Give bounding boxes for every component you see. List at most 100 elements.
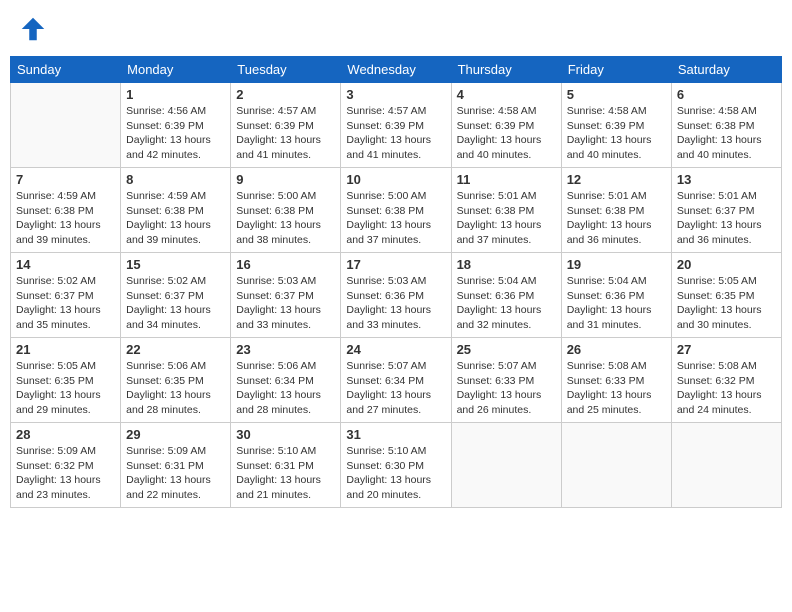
day-info: Sunrise: 5:07 AMSunset: 6:34 PMDaylight:…	[346, 359, 445, 418]
calendar-cell: 22 Sunrise: 5:06 AMSunset: 6:35 PMDayligh…	[121, 338, 231, 423]
column-header-sunday: Sunday	[11, 57, 121, 83]
calendar-cell: 6 Sunrise: 4:58 AMSunset: 6:38 PMDaylight…	[671, 83, 781, 168]
day-info: Sunrise: 5:06 AMSunset: 6:34 PMDaylight:…	[236, 359, 335, 418]
calendar-cell: 21Sunrise: 5:05 AMSunset: 6:35 PMDayligh…	[11, 338, 121, 423]
calendar-cell: 12 Sunrise: 5:01 AMSunset: 6:38 PMDayligh…	[561, 168, 671, 253]
day-info: Sunrise: 4:57 AMSunset: 6:39 PMDaylight:…	[346, 104, 445, 163]
calendar-cell: 30 Sunrise: 5:10 AMSunset: 6:31 PMDayligh…	[231, 423, 341, 508]
day-info: Sunrise: 4:59 AMSunset: 6:38 PMDaylight:…	[126, 189, 225, 248]
day-info: Sunrise: 4:59 AMSunset: 6:38 PMDaylight:…	[16, 189, 115, 248]
calendar-cell	[11, 83, 121, 168]
day-info: Sunrise: 5:01 AMSunset: 6:38 PMDaylight:…	[567, 189, 666, 248]
calendar-table: SundayMondayTuesdayWednesdayThursdayFrid…	[10, 56, 782, 508]
day-number: 12	[567, 172, 666, 187]
day-number: 8	[126, 172, 225, 187]
logo	[18, 14, 50, 44]
week-row-3: 14 Sunrise: 5:02 AMSunset: 6:37 PMDayligh…	[11, 253, 782, 338]
day-info: Sunrise: 5:00 AMSunset: 6:38 PMDaylight:…	[236, 189, 335, 248]
day-number: 10	[346, 172, 445, 187]
day-info: Sunrise: 4:57 AMSunset: 6:39 PMDaylight:…	[236, 104, 335, 163]
day-info: Sunrise: 5:04 AMSunset: 6:36 PMDaylight:…	[567, 274, 666, 333]
day-info: Sunrise: 5:03 AMSunset: 6:37 PMDaylight:…	[236, 274, 335, 333]
day-info: Sunrise: 5:08 AMSunset: 6:33 PMDaylight:…	[567, 359, 666, 418]
day-info: Sunrise: 5:05 AMSunset: 6:35 PMDaylight:…	[16, 359, 115, 418]
day-info: Sunrise: 5:02 AMSunset: 6:37 PMDaylight:…	[126, 274, 225, 333]
day-number: 9	[236, 172, 335, 187]
day-number: 31	[346, 427, 445, 442]
calendar-cell: 11 Sunrise: 5:01 AMSunset: 6:38 PMDayligh…	[451, 168, 561, 253]
calendar-cell: 26 Sunrise: 5:08 AMSunset: 6:33 PMDayligh…	[561, 338, 671, 423]
day-info: Sunrise: 5:03 AMSunset: 6:36 PMDaylight:…	[346, 274, 445, 333]
day-number: 17	[346, 257, 445, 272]
day-number: 30	[236, 427, 335, 442]
day-number: 22	[126, 342, 225, 357]
day-number: 2	[236, 87, 335, 102]
calendar-cell: 3 Sunrise: 4:57 AMSunset: 6:39 PMDaylight…	[341, 83, 451, 168]
week-row-4: 21Sunrise: 5:05 AMSunset: 6:35 PMDayligh…	[11, 338, 782, 423]
column-header-saturday: Saturday	[671, 57, 781, 83]
week-row-2: 7 Sunrise: 4:59 AMSunset: 6:38 PMDaylight…	[11, 168, 782, 253]
day-info: Sunrise: 5:05 AMSunset: 6:35 PMDaylight:…	[677, 274, 776, 333]
calendar-cell	[561, 423, 671, 508]
logo-icon	[18, 14, 48, 44]
day-info: Sunrise: 5:08 AMSunset: 6:32 PMDaylight:…	[677, 359, 776, 418]
calendar-cell: 7 Sunrise: 4:59 AMSunset: 6:38 PMDaylight…	[11, 168, 121, 253]
day-number: 27	[677, 342, 776, 357]
day-info: Sunrise: 5:01 AMSunset: 6:37 PMDaylight:…	[677, 189, 776, 248]
column-header-friday: Friday	[561, 57, 671, 83]
calendar-cell: 17 Sunrise: 5:03 AMSunset: 6:36 PMDayligh…	[341, 253, 451, 338]
day-number: 24	[346, 342, 445, 357]
day-number: 18	[457, 257, 556, 272]
day-info: Sunrise: 5:04 AMSunset: 6:36 PMDaylight:…	[457, 274, 556, 333]
day-info: Sunrise: 5:06 AMSunset: 6:35 PMDaylight:…	[126, 359, 225, 418]
day-number: 19	[567, 257, 666, 272]
calendar-cell: 15 Sunrise: 5:02 AMSunset: 6:37 PMDayligh…	[121, 253, 231, 338]
page-header	[10, 10, 782, 48]
day-info: Sunrise: 4:58 AMSunset: 6:39 PMDaylight:…	[567, 104, 666, 163]
day-number: 6	[677, 87, 776, 102]
calendar-cell: 5 Sunrise: 4:58 AMSunset: 6:39 PMDaylight…	[561, 83, 671, 168]
calendar-cell: 10 Sunrise: 5:00 AMSunset: 6:38 PMDayligh…	[341, 168, 451, 253]
calendar-cell: 18 Sunrise: 5:04 AMSunset: 6:36 PMDayligh…	[451, 253, 561, 338]
calendar-cell: 9 Sunrise: 5:00 AMSunset: 6:38 PMDaylight…	[231, 168, 341, 253]
calendar-cell: 16 Sunrise: 5:03 AMSunset: 6:37 PMDayligh…	[231, 253, 341, 338]
day-info: Sunrise: 5:00 AMSunset: 6:38 PMDaylight:…	[346, 189, 445, 248]
day-number: 13	[677, 172, 776, 187]
calendar-cell: 19 Sunrise: 5:04 AMSunset: 6:36 PMDayligh…	[561, 253, 671, 338]
calendar-header-row: SundayMondayTuesdayWednesdayThursdayFrid…	[11, 57, 782, 83]
day-number: 5	[567, 87, 666, 102]
calendar-cell: 24 Sunrise: 5:07 AMSunset: 6:34 PMDayligh…	[341, 338, 451, 423]
day-info: Sunrise: 4:56 AMSunset: 6:39 PMDaylight:…	[126, 104, 225, 163]
calendar-cell: 23Sunrise: 5:06 AMSunset: 6:34 PMDayligh…	[231, 338, 341, 423]
day-number: 11	[457, 172, 556, 187]
day-info: Sunrise: 5:10 AMSunset: 6:30 PMDaylight:…	[346, 444, 445, 503]
day-number: 26	[567, 342, 666, 357]
calendar-cell: 29Sunrise: 5:09 AMSunset: 6:31 PMDayligh…	[121, 423, 231, 508]
calendar-cell: 13 Sunrise: 5:01 AMSunset: 6:37 PMDayligh…	[671, 168, 781, 253]
calendar-cell: 14 Sunrise: 5:02 AMSunset: 6:37 PMDayligh…	[11, 253, 121, 338]
day-number: 25	[457, 342, 556, 357]
day-number: 16	[236, 257, 335, 272]
day-info: Sunrise: 4:58 AMSunset: 6:38 PMDaylight:…	[677, 104, 776, 163]
calendar-cell: 28Sunrise: 5:09 AMSunset: 6:32 PMDayligh…	[11, 423, 121, 508]
day-number: 4	[457, 87, 556, 102]
column-header-thursday: Thursday	[451, 57, 561, 83]
calendar-cell: 2 Sunrise: 4:57 AMSunset: 6:39 PMDaylight…	[231, 83, 341, 168]
day-number: 14	[16, 257, 115, 272]
day-number: 15	[126, 257, 225, 272]
column-header-tuesday: Tuesday	[231, 57, 341, 83]
day-info: Sunrise: 5:01 AMSunset: 6:38 PMDaylight:…	[457, 189, 556, 248]
day-info: Sunrise: 4:58 AMSunset: 6:39 PMDaylight:…	[457, 104, 556, 163]
column-header-wednesday: Wednesday	[341, 57, 451, 83]
calendar-cell: 27 Sunrise: 5:08 AMSunset: 6:32 PMDayligh…	[671, 338, 781, 423]
day-info: Sunrise: 5:02 AMSunset: 6:37 PMDaylight:…	[16, 274, 115, 333]
week-row-5: 28Sunrise: 5:09 AMSunset: 6:32 PMDayligh…	[11, 423, 782, 508]
day-number: 3	[346, 87, 445, 102]
day-info: Sunrise: 5:09 AMSunset: 6:32 PMDaylight:…	[16, 444, 115, 503]
calendar-cell: 8 Sunrise: 4:59 AMSunset: 6:38 PMDaylight…	[121, 168, 231, 253]
calendar-cell: 1Sunrise: 4:56 AMSunset: 6:39 PMDaylight…	[121, 83, 231, 168]
day-info: Sunrise: 5:10 AMSunset: 6:31 PMDaylight:…	[236, 444, 335, 503]
day-number: 7	[16, 172, 115, 187]
calendar-cell	[671, 423, 781, 508]
calendar-cell: 31 Sunrise: 5:10 AMSunset: 6:30 PMDayligh…	[341, 423, 451, 508]
